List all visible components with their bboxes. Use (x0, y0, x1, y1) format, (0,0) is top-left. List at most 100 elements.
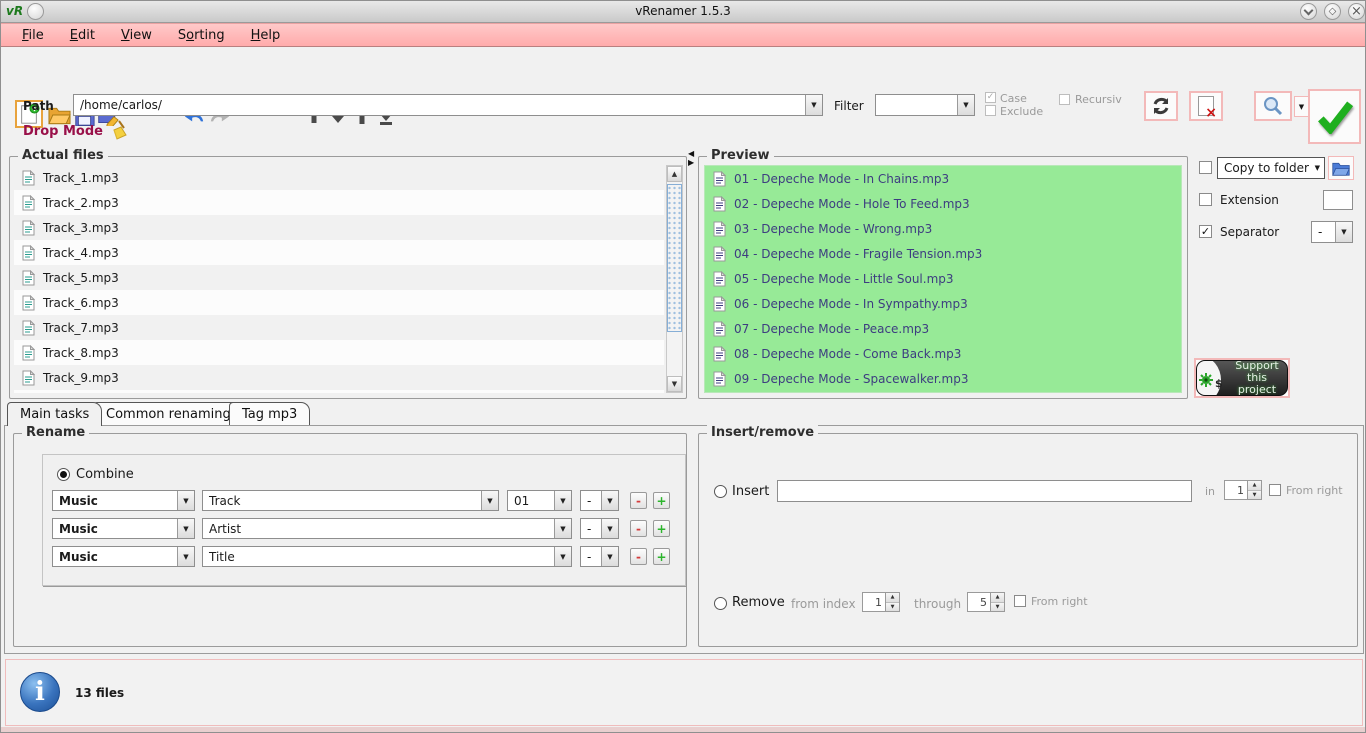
insert-position-stepper[interactable]: 1 ▲ ▼ (1224, 480, 1262, 500)
source-combo[interactable]: Music▼ (52, 490, 195, 511)
minimize-button[interactable] (1300, 3, 1317, 20)
splitter-collapse-right-icon[interactable]: ▶ (688, 158, 697, 167)
chevron-down-icon[interactable]: ▼ (554, 519, 571, 538)
list-item[interactable]: Track_9.mp3 (14, 365, 664, 390)
recursiv-checkbox[interactable] (1059, 94, 1070, 105)
list-item[interactable]: 02 - Depeche Mode - Hole To Feed.mp3 (705, 191, 1181, 216)
remove-through-stepper[interactable]: 5 ▲ ▼ (967, 592, 1005, 612)
preview-button[interactable] (1254, 91, 1292, 121)
list-item[interactable]: Track_5.mp3 (14, 265, 664, 290)
row-separator-combo[interactable]: -▼ (580, 546, 619, 567)
list-item[interactable]: 08 - Depeche Mode - Come Back.mp3 (705, 341, 1181, 366)
stepper-down-button[interactable]: ▼ (991, 603, 1004, 612)
maximize-button[interactable]: ◇ (1324, 3, 1341, 20)
menu-help[interactable]: Help (238, 26, 294, 45)
list-item[interactable]: Track_8.mp3 (14, 340, 664, 365)
chevron-down-icon[interactable]: ▼ (177, 491, 194, 510)
stepper-down-button[interactable]: ▼ (886, 603, 899, 612)
source-combo[interactable]: Music▼ (52, 546, 195, 567)
list-item[interactable]: Track_1.mp3 (14, 165, 664, 190)
remove-row-button[interactable]: - (630, 492, 647, 509)
source-combo[interactable]: Music▼ (52, 518, 195, 539)
copy-to-folder-checkbox[interactable] (1199, 161, 1212, 174)
drop-mode-button[interactable] (107, 120, 129, 145)
chevron-down-icon[interactable]: ▼ (481, 491, 498, 510)
scroll-down-button[interactable]: ▼ (667, 376, 682, 392)
insert-from-right-checkbox[interactable] (1269, 484, 1281, 496)
stepper-up-button[interactable]: ▲ (886, 593, 899, 603)
chevron-down-icon[interactable]: ▼ (601, 491, 618, 510)
list-item[interactable]: 07 - Depeche Mode - Peace.mp3 (705, 316, 1181, 341)
chevron-down-icon[interactable]: ▼ (177, 519, 194, 538)
chevron-down-icon[interactable]: ▼ (601, 519, 618, 538)
field-combo[interactable]: Track▼ (202, 490, 499, 511)
combine-radio[interactable] (57, 468, 70, 481)
list-item[interactable]: 06 - Depeche Mode - In Sympathy.mp3 (705, 291, 1181, 316)
path-dropdown-button[interactable]: ▼ (805, 95, 822, 115)
number-combo[interactable]: 01▼ (507, 490, 572, 511)
scroll-up-button[interactable]: ▲ (667, 166, 682, 182)
panel-splitter[interactable]: ◀ ▶ (688, 149, 697, 399)
insert-text-input[interactable] (777, 480, 1192, 502)
exclude-checkbox[interactable] (985, 105, 996, 116)
menu-file[interactable]: File (9, 26, 57, 45)
add-row-button[interactable]: + (653, 548, 670, 565)
list-item[interactable]: 09 - Depeche Mode - Spacewalker.mp3 (705, 366, 1181, 391)
filter-combo[interactable]: ▼ (875, 94, 975, 116)
support-project-button[interactable]: $ Support this project (1196, 360, 1288, 396)
field-combo[interactable]: Title▼ (202, 546, 572, 567)
extension-input[interactable] (1323, 190, 1353, 210)
refresh-button[interactable] (1144, 91, 1178, 121)
chevron-down-icon[interactable]: ▼ (554, 547, 571, 566)
chevron-down-icon[interactable]: ▼ (554, 491, 571, 510)
remove-from-stepper[interactable]: 1 ▲ ▼ (862, 592, 900, 612)
list-item[interactable]: Track_6.mp3 (14, 290, 664, 315)
add-row-button[interactable]: + (653, 492, 670, 509)
splitter-collapse-left-icon[interactable]: ◀ (688, 149, 697, 158)
scrollbar-thumb[interactable] (667, 184, 682, 332)
chevron-down-icon[interactable]: ▼ (601, 547, 618, 566)
path-input[interactable]: /home/carlos/ ▼ (73, 94, 823, 116)
list-item[interactable]: 05 - Depeche Mode - Little Soul.mp3 (705, 266, 1181, 291)
choose-folder-button[interactable] (1328, 156, 1354, 180)
field-combo[interactable]: Artist▼ (202, 518, 572, 539)
menu-sorting[interactable]: Sorting (165, 26, 238, 45)
case-checkbox[interactable]: ✓ (985, 92, 996, 103)
chevron-down-icon[interactable]: ▼ (177, 547, 194, 566)
preview-list[interactable]: 01 - Depeche Mode - In Chains.mp3 02 - D… (704, 165, 1182, 393)
vertical-scrollbar[interactable]: ▲ ▼ (666, 165, 683, 393)
insert-radio[interactable] (714, 485, 727, 498)
separator-combo[interactable]: - ▼ (1311, 221, 1353, 243)
separator-checkbox[interactable]: ✓ (1199, 225, 1212, 238)
actual-files-list[interactable]: Track_1.mp3 Track_2.mp3 Track_3.mp3 Trac… (14, 165, 664, 393)
add-row-button[interactable]: + (653, 520, 670, 537)
remove-from-right-checkbox[interactable] (1014, 595, 1026, 607)
tab-tag-mp3[interactable]: Tag mp3 (229, 402, 310, 425)
preview-options-button[interactable]: ▼ (1294, 96, 1309, 117)
menu-edit[interactable]: Edit (57, 26, 108, 45)
row-separator-combo[interactable]: -▼ (580, 490, 619, 511)
list-item[interactable]: 03 - Depeche Mode - Wrong.mp3 (705, 216, 1181, 241)
close-button[interactable]: × (1348, 3, 1365, 20)
list-item[interactable]: Track_3.mp3 (14, 215, 664, 240)
separator-dropdown-button[interactable]: ▼ (1335, 222, 1352, 242)
list-item[interactable]: 04 - Depeche Mode - Fragile Tension.mp3 (705, 241, 1181, 266)
stepper-up-button[interactable]: ▲ (1248, 481, 1261, 491)
row-separator-combo[interactable]: -▼ (580, 518, 619, 539)
list-item[interactable]: Track_2.mp3 (14, 190, 664, 215)
tab-common-renamings[interactable]: Common renamings (93, 402, 251, 425)
list-item[interactable]: Track_7.mp3 (14, 315, 664, 340)
stepper-down-button[interactable]: ▼ (1248, 491, 1261, 500)
list-item[interactable]: 01 - Depeche Mode - In Chains.mp3 (705, 166, 1181, 191)
stepper-up-button[interactable]: ▲ (991, 593, 1004, 603)
remove-row-button[interactable]: - (630, 548, 647, 565)
remove-radio[interactable] (714, 597, 727, 610)
extension-checkbox[interactable] (1199, 193, 1212, 206)
list-item[interactable]: Track_4.mp3 (14, 240, 664, 265)
tab-main-tasks[interactable]: Main tasks (7, 402, 102, 426)
title-bar[interactable]: vR vRenamer 1.5.3 ◇ × (1, 1, 1365, 23)
remove-row-button[interactable]: - (630, 520, 647, 537)
clear-list-button[interactable]: × (1189, 91, 1223, 121)
copy-to-folder-combo[interactable]: Copy to folder ▼ (1217, 157, 1325, 179)
menu-view[interactable]: View (108, 26, 165, 45)
